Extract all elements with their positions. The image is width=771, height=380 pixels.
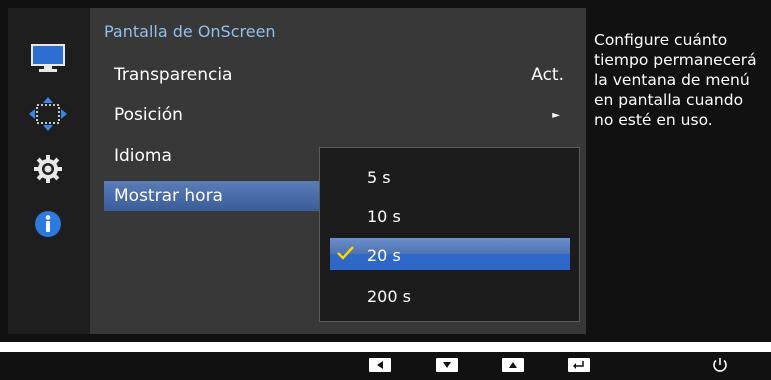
- menu-item-label: Mostrar hora: [114, 186, 223, 206]
- down-key-button[interactable]: [436, 358, 458, 372]
- monitor-icon: [31, 44, 65, 72]
- option-10s[interactable]: 10 s: [330, 199, 570, 231]
- info-icon: [35, 211, 61, 237]
- menu-item-mostrar-hora[interactable]: Mostrar hora: [104, 181, 326, 211]
- up-key-button[interactable]: [502, 358, 524, 372]
- option-5s[interactable]: 5 s: [330, 160, 570, 192]
- up-key-icon: [509, 362, 517, 368]
- sidebar-item-system[interactable]: [28, 149, 68, 189]
- option-label: 10 s: [367, 207, 401, 226]
- option-20s[interactable]: 20 s: [330, 238, 570, 270]
- left-key-icon: [377, 361, 383, 369]
- power-button[interactable]: [711, 356, 729, 378]
- option-label: 5 s: [367, 168, 391, 187]
- power-icon: [713, 358, 727, 372]
- left-key-button[interactable]: [369, 358, 391, 372]
- option-200s[interactable]: 200 s: [330, 279, 570, 311]
- menu-item-label: Posición: [114, 105, 183, 125]
- display-time-dropdown: 5 s 10 s 20 s 200 s: [319, 147, 580, 322]
- option-label: 200 s: [367, 287, 411, 306]
- sidebar: [8, 8, 90, 334]
- menu-item-label: Transparencia: [114, 65, 233, 85]
- sidebar-item-information[interactable]: [28, 204, 68, 244]
- panel-title: Pantalla de OnScreen: [104, 22, 276, 41]
- enter-key-button[interactable]: [568, 358, 590, 372]
- checkmark-icon: [337, 246, 354, 260]
- help-text: Configure cuánto tiempo permanecerá la v…: [594, 31, 757, 129]
- menu-item-transparencia[interactable]: Transparencia Act.: [104, 60, 574, 90]
- menu-item-value: Act.: [531, 65, 564, 85]
- option-label: 20 s: [367, 246, 401, 265]
- menu-item-posicion[interactable]: Posición ►: [104, 100, 574, 130]
- submenu-arrow-icon: ►: [552, 109, 560, 121]
- gear-icon: [34, 155, 62, 183]
- sidebar-item-position[interactable]: [28, 94, 68, 134]
- menu-item-label: Idioma: [114, 146, 172, 166]
- osd-menu: Pantalla de OnScreen Transparencia Act. …: [0, 0, 771, 342]
- control-key-bar: [0, 352, 771, 380]
- sidebar-item-picture[interactable]: [28, 38, 68, 78]
- position-arrows-icon: [29, 97, 67, 131]
- down-key-icon: [443, 362, 451, 368]
- help-panel: Configure cuánto tiempo permanecerá la v…: [586, 8, 763, 334]
- enter-key-icon: [573, 361, 584, 369]
